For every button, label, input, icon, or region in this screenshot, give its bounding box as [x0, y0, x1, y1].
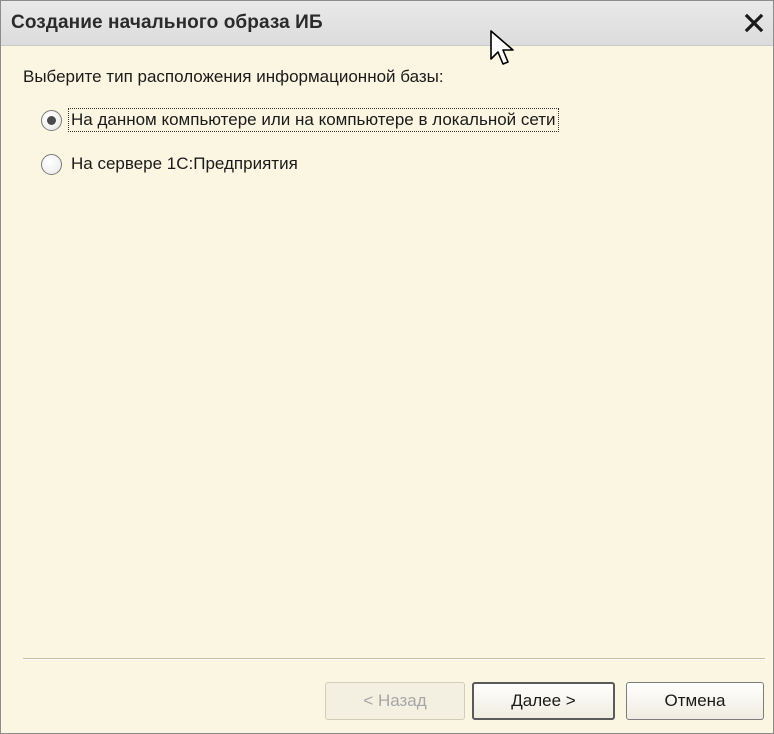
back-button[interactable]: < Назад [325, 682, 465, 720]
next-button[interactable]: Далее > [472, 682, 615, 720]
option-local-computer-label[interactable]: На данном компьютере или на компьютере в… [68, 108, 559, 132]
close-button[interactable] [741, 10, 767, 36]
option-local-computer[interactable]: На данном компьютере или на компьютере в… [41, 107, 559, 133]
radio-button-checked-icon[interactable] [41, 109, 62, 131]
window-title: Создание начального образа ИБ [11, 12, 323, 33]
footer-divider [23, 658, 765, 660]
title-bar[interactable]: Создание начального образа ИБ [1, 1, 773, 46]
option-server[interactable]: На сервере 1С:Предприятия [41, 151, 300, 177]
location-prompt: Выберите тип расположения информационной… [23, 67, 444, 86]
dialog-window: Создание начального образа ИБ Выберите т… [0, 0, 774, 734]
option-server-label[interactable]: На сервере 1С:Предприятия [69, 153, 300, 175]
close-icon [744, 13, 764, 33]
radio-button-icon[interactable] [41, 153, 62, 175]
cancel-button[interactable]: Отмена [626, 682, 764, 720]
